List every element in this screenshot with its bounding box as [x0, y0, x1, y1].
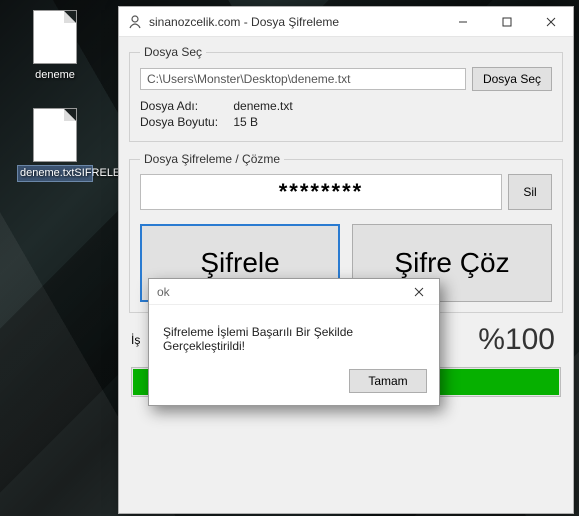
titlebar[interactable]: sinanozcelik.com - Dosya Şifreleme: [119, 7, 573, 37]
desktop-icon-deneme[interactable]: deneme: [18, 10, 92, 83]
file-path-input[interactable]: [140, 68, 466, 90]
window-title: sinanozcelik.com - Dosya Şifreleme: [149, 15, 339, 29]
dialog-titlebar[interactable]: ok: [149, 279, 439, 305]
desktop-icon-deneme-encrypted[interactable]: deneme.txtSIFRELENDI: [18, 108, 92, 181]
clear-password-button[interactable]: Sil: [508, 174, 552, 210]
message-dialog: ok Şifreleme İşlemi Başarılı Bir Şekilde…: [148, 278, 440, 406]
dialog-close-button[interactable]: [399, 279, 439, 305]
file-icon: [33, 10, 77, 64]
desktop-icon-label: deneme.txtSIFRELENDI: [18, 166, 92, 181]
minimize-button[interactable]: [441, 7, 485, 37]
close-button[interactable]: [529, 7, 573, 37]
file-size-value: 15 B: [233, 115, 258, 129]
app-window: sinanozcelik.com - Dosya Şifreleme Dosya…: [118, 6, 574, 514]
dialog-title: ok: [157, 285, 170, 299]
password-input[interactable]: [140, 174, 502, 210]
file-name-label: Dosya Adı:: [140, 99, 230, 113]
app-icon: [127, 14, 143, 30]
encrypt-legend: Dosya Şifreleme / Çözme: [140, 152, 284, 166]
dialog-message: Şifreleme İşlemi Başarılı Bir Şekilde Ge…: [149, 305, 439, 369]
file-icon: [33, 108, 77, 162]
browse-button[interactable]: Dosya Seç: [472, 67, 552, 91]
file-select-group: Dosya Seç Dosya Seç Dosya Adı: deneme.tx…: [129, 45, 563, 142]
file-size-label: Dosya Boyutu:: [140, 115, 230, 129]
maximize-button[interactable]: [485, 7, 529, 37]
dialog-ok-button[interactable]: Tamam: [349, 369, 427, 393]
file-name-value: deneme.txt: [233, 99, 292, 113]
desktop-icon-label: deneme: [18, 68, 92, 83]
status-label: İş: [131, 333, 140, 347]
file-select-legend: Dosya Seç: [140, 45, 206, 59]
